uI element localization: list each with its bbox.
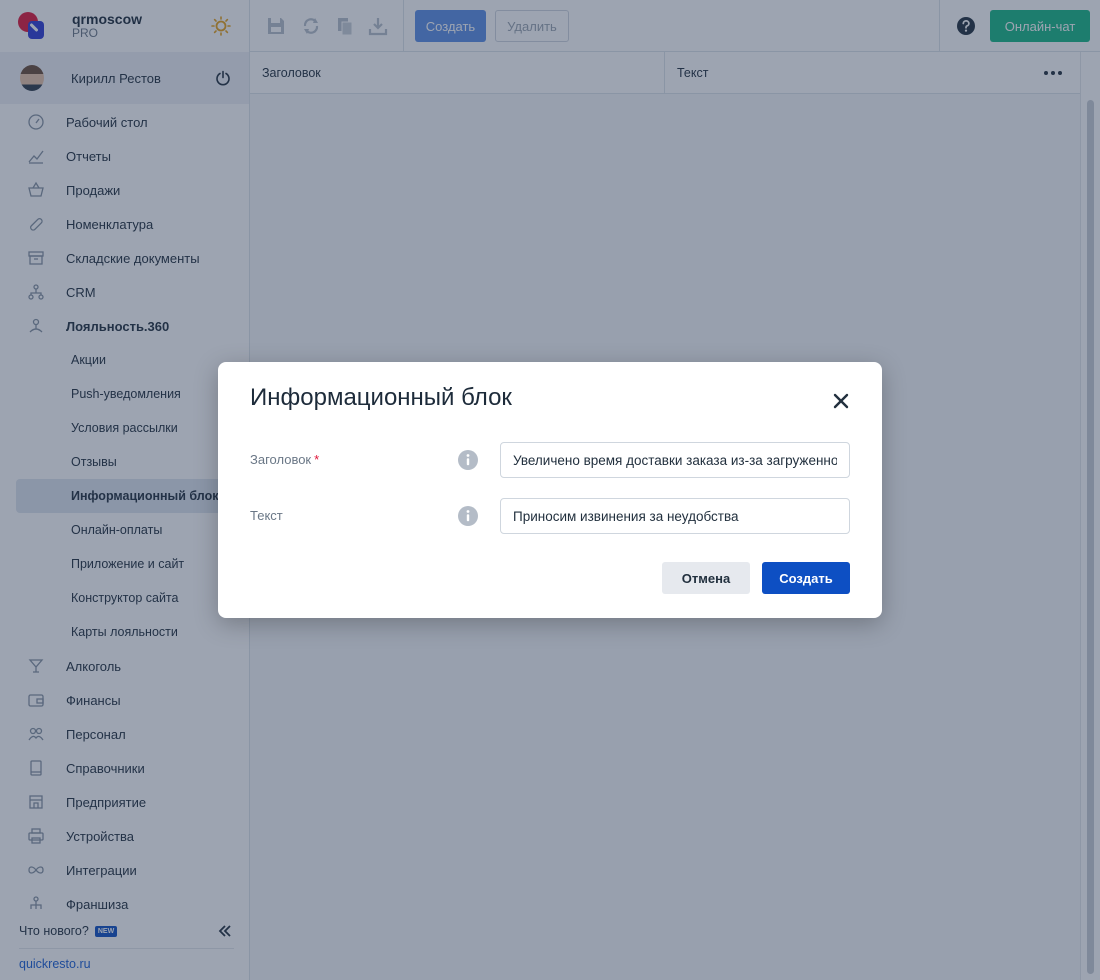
info-icon[interactable]	[458, 506, 478, 526]
text-field-label: Текст	[250, 508, 283, 523]
title-input[interactable]	[500, 442, 850, 478]
title-field-label: Заголовок *	[250, 452, 319, 467]
submit-create-button[interactable]: Создать	[762, 562, 850, 594]
required-mark: *	[314, 452, 320, 467]
info-block-dialog: Информационный блок Заголовок* Текст Отм…	[218, 362, 882, 618]
title-label-text: Заголовок	[250, 452, 312, 467]
cancel-button[interactable]: Отмена	[662, 562, 750, 594]
dialog-title: Информационный блок	[250, 384, 512, 411]
close-icon[interactable]	[830, 390, 852, 412]
info-icon[interactable]	[458, 450, 478, 470]
text-input[interactable]	[500, 498, 850, 534]
